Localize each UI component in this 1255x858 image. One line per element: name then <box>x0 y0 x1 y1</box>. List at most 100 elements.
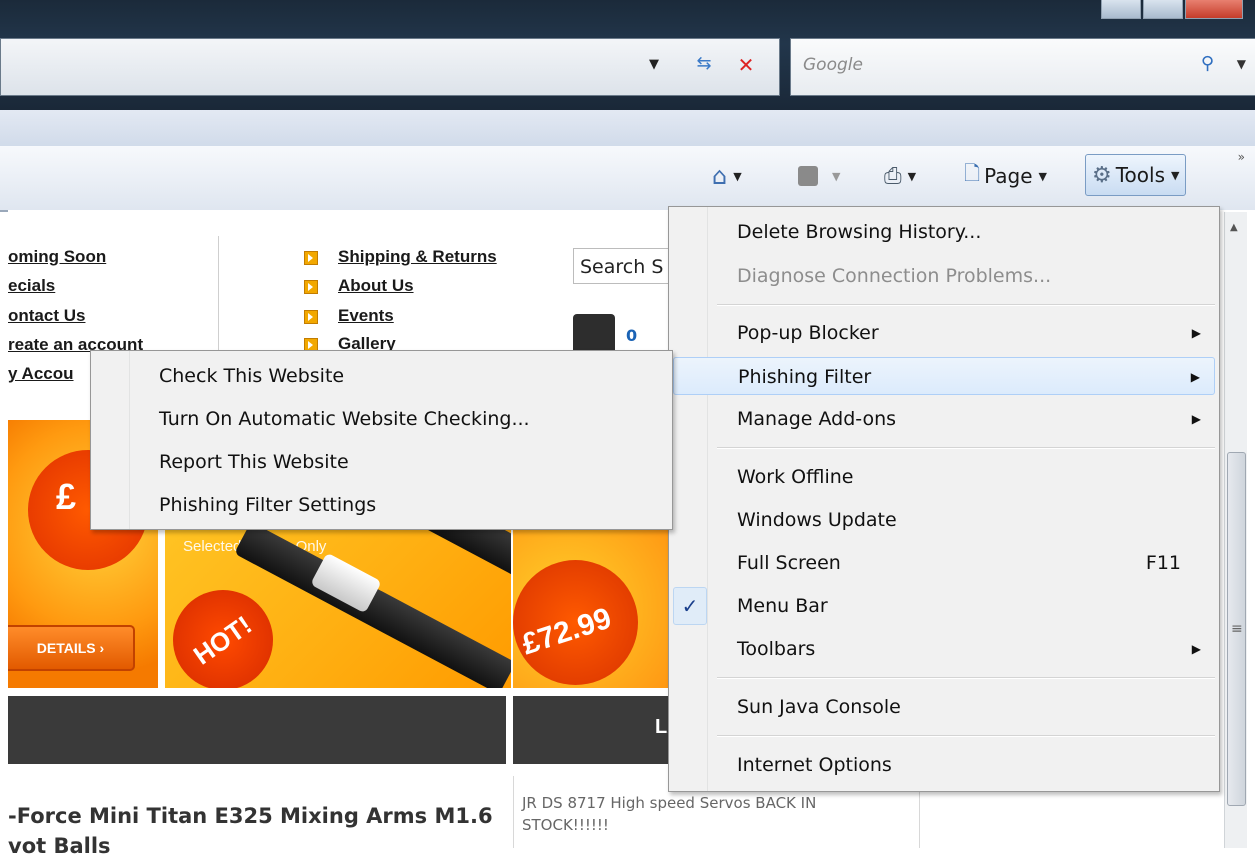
stop-icon[interactable]: ✕ <box>731 53 761 79</box>
link-shipping-returns[interactable]: Shipping & Returns <box>338 247 497 267</box>
menu-item-windows-update[interactable]: Windows Update <box>669 501 1219 539</box>
news-item-text[interactable]: JR DS 8717 High speed Servos BACK IN STO… <box>522 792 902 836</box>
search-options-icon[interactable]: ▼ <box>1237 57 1246 71</box>
menu-item-full-screen[interactable]: Full Screen F11 <box>669 544 1219 582</box>
command-bar: ⌂ ▼ ▼ ⎙ ▼ 🗋 Page ▼ ⚙ Tools ▼ » <box>0 146 1255 212</box>
link-events[interactable]: Events <box>338 306 394 326</box>
submenu-arrow-icon: ▶ <box>1191 412 1201 426</box>
menu-item-label: Phishing Filter <box>738 366 872 388</box>
menu-item-label: Check This Website <box>159 365 345 387</box>
maximize-button[interactable] <box>1143 0 1183 19</box>
product-title-continued[interactable]: vot Balls <box>8 834 111 858</box>
menu-item-label: Internet Options <box>737 754 892 776</box>
search-icon[interactable]: ⚲ <box>1201 53 1214 74</box>
tools-dropdown-icon: ▼ <box>1171 168 1180 182</box>
checkmark-icon: ✓ <box>673 587 707 625</box>
menu-item-label: Menu Bar <box>737 595 828 617</box>
feeds-icon <box>798 166 818 186</box>
bullet-icon <box>304 280 318 294</box>
grip-icon: ≡ <box>1231 621 1243 637</box>
menu-item-label: Report This Website <box>159 451 349 473</box>
minimize-button[interactable] <box>1101 0 1141 19</box>
refresh-icon[interactable]: ⇆ <box>689 53 719 79</box>
menu-item-diagnose-connection: Diagnose Connection Problems... <box>669 257 1219 295</box>
menu-item-label: Diagnose Connection Problems... <box>737 265 1052 287</box>
menu-separator <box>717 677 1215 679</box>
print-button[interactable]: ⎙ ▼ <box>884 160 916 192</box>
scrollbar-thumb[interactable]: ≡ <box>1227 452 1246 806</box>
vertical-scrollbar[interactable]: ▲ ≡ <box>1224 212 1247 848</box>
print-icon: ⎙ <box>884 163 902 189</box>
tools-menu: Delete Browsing History... Diagnose Conn… <box>668 206 1220 792</box>
menu-item-phishing-filter[interactable]: Phishing Filter ▶ <box>673 357 1215 395</box>
menu-item-internet-options[interactable]: Internet Options <box>669 746 1219 784</box>
site-search-input[interactable]: Search S <box>573 248 673 284</box>
address-dropdown-icon[interactable]: ▼ <box>649 57 659 72</box>
search-box[interactable]: Google ⚲ ▼ <box>790 38 1255 96</box>
menu-item-manage-addons[interactable]: Manage Add-ons ▶ <box>669 400 1219 438</box>
tools-menu-label: Tools <box>1115 163 1166 187</box>
menu-item-label: Phishing Filter Settings <box>159 494 377 516</box>
page-dropdown-icon: ▼ <box>1038 169 1047 183</box>
shortcut-label: F11 <box>1145 552 1181 574</box>
feeds-dropdown-icon[interactable]: ▼ <box>832 170 840 183</box>
bullet-icon <box>304 310 318 324</box>
link-my-account[interactable]: y Accou <box>8 364 74 384</box>
basket-count: 0 <box>626 326 638 345</box>
menu-separator <box>717 304 1215 306</box>
menu-item-label: Work Offline <box>737 466 854 488</box>
link-specials[interactable]: ecials <box>8 276 55 296</box>
page-menu-button[interactable]: 🗋 Page ▼ <box>964 160 1047 192</box>
basket-icon[interactable] <box>573 314 615 354</box>
details-button[interactable]: DETAILS › <box>8 625 135 671</box>
submenu-arrow-icon: ▶ <box>1191 326 1201 340</box>
home-icon: ⌂ <box>712 162 728 190</box>
close-window-button[interactable] <box>1185 0 1243 19</box>
menu-item-label: Sun Java Console <box>737 696 901 718</box>
page-icon: 🗋 <box>964 161 981 185</box>
home-dropdown-icon[interactable]: ▼ <box>733 170 741 183</box>
print-dropdown-icon[interactable]: ▼ <box>908 170 916 183</box>
menu-item-sun-java-console[interactable]: Sun Java Console <box>669 688 1219 726</box>
product-title[interactable]: -Force Mini Titan E325 Mixing Arms M1.6 <box>8 804 493 828</box>
home-button[interactable]: ⌂ ▼ <box>712 160 742 192</box>
link-about-us[interactable]: About Us <box>338 276 414 296</box>
link-contact-us[interactable]: ontact Us <box>8 306 85 326</box>
menu-item-report-this-website[interactable]: Report This Website <box>91 443 672 481</box>
link-coming-soon[interactable]: oming Soon <box>8 247 106 267</box>
section-header-bar <box>8 696 506 764</box>
menu-item-phishing-filter-settings[interactable]: Phishing Filter Settings <box>91 486 672 524</box>
bullet-icon <box>304 251 318 265</box>
menu-item-delete-browsing-history[interactable]: Delete Browsing History... <box>669 213 1219 251</box>
menu-separator <box>717 735 1215 737</box>
menu-item-automatic-website-checking[interactable]: Turn On Automatic Website Checking... <box>91 400 672 438</box>
submenu-arrow-icon: ▶ <box>1191 642 1201 656</box>
section-header-bar: LA <box>513 696 682 764</box>
title-bar: ▼ ⇆ ✕ Google ⚲ ▼ <box>0 0 1255 110</box>
menu-item-label: Manage Add-ons <box>737 408 897 430</box>
menu-item-work-offline[interactable]: Work Offline <box>669 458 1219 496</box>
window-controls <box>1099 0 1243 20</box>
menu-item-menu-bar[interactable]: ✓ Menu Bar <box>669 587 1219 625</box>
menu-item-popup-blocker[interactable]: Pop-up Blocker ▶ <box>669 314 1219 352</box>
scroll-up-icon[interactable]: ▲ <box>1230 222 1238 233</box>
submenu-arrow-icon: ▶ <box>1190 370 1200 384</box>
menu-item-label: Toolbars <box>737 638 816 660</box>
phishing-filter-submenu: Check This Website Turn On Automatic Web… <box>90 350 673 530</box>
banner1-price: £ <box>56 476 77 517</box>
menu-item-label: Delete Browsing History... <box>737 221 982 243</box>
address-bar[interactable]: ▼ ⇆ ✕ <box>0 38 780 96</box>
menu-separator <box>717 447 1215 449</box>
menu-item-toolbars[interactable]: Toolbars ▶ <box>669 630 1219 668</box>
menu-item-check-this-website[interactable]: Check This Website <box>91 357 672 395</box>
menu-item-label: Windows Update <box>737 509 897 531</box>
tools-menu-button[interactable]: ⚙ Tools ▼ <box>1085 154 1187 196</box>
favorites-bar <box>0 110 1255 147</box>
menu-item-label: Full Screen <box>737 552 841 574</box>
chevron-more-icon[interactable]: » <box>1238 150 1245 164</box>
menu-item-label: Pop-up Blocker <box>737 322 879 344</box>
search-placeholder: Google <box>803 55 863 75</box>
page-menu-label: Page <box>984 164 1033 188</box>
feeds-button[interactable]: ▼ <box>798 160 840 192</box>
gear-icon: ⚙ <box>1092 162 1112 188</box>
